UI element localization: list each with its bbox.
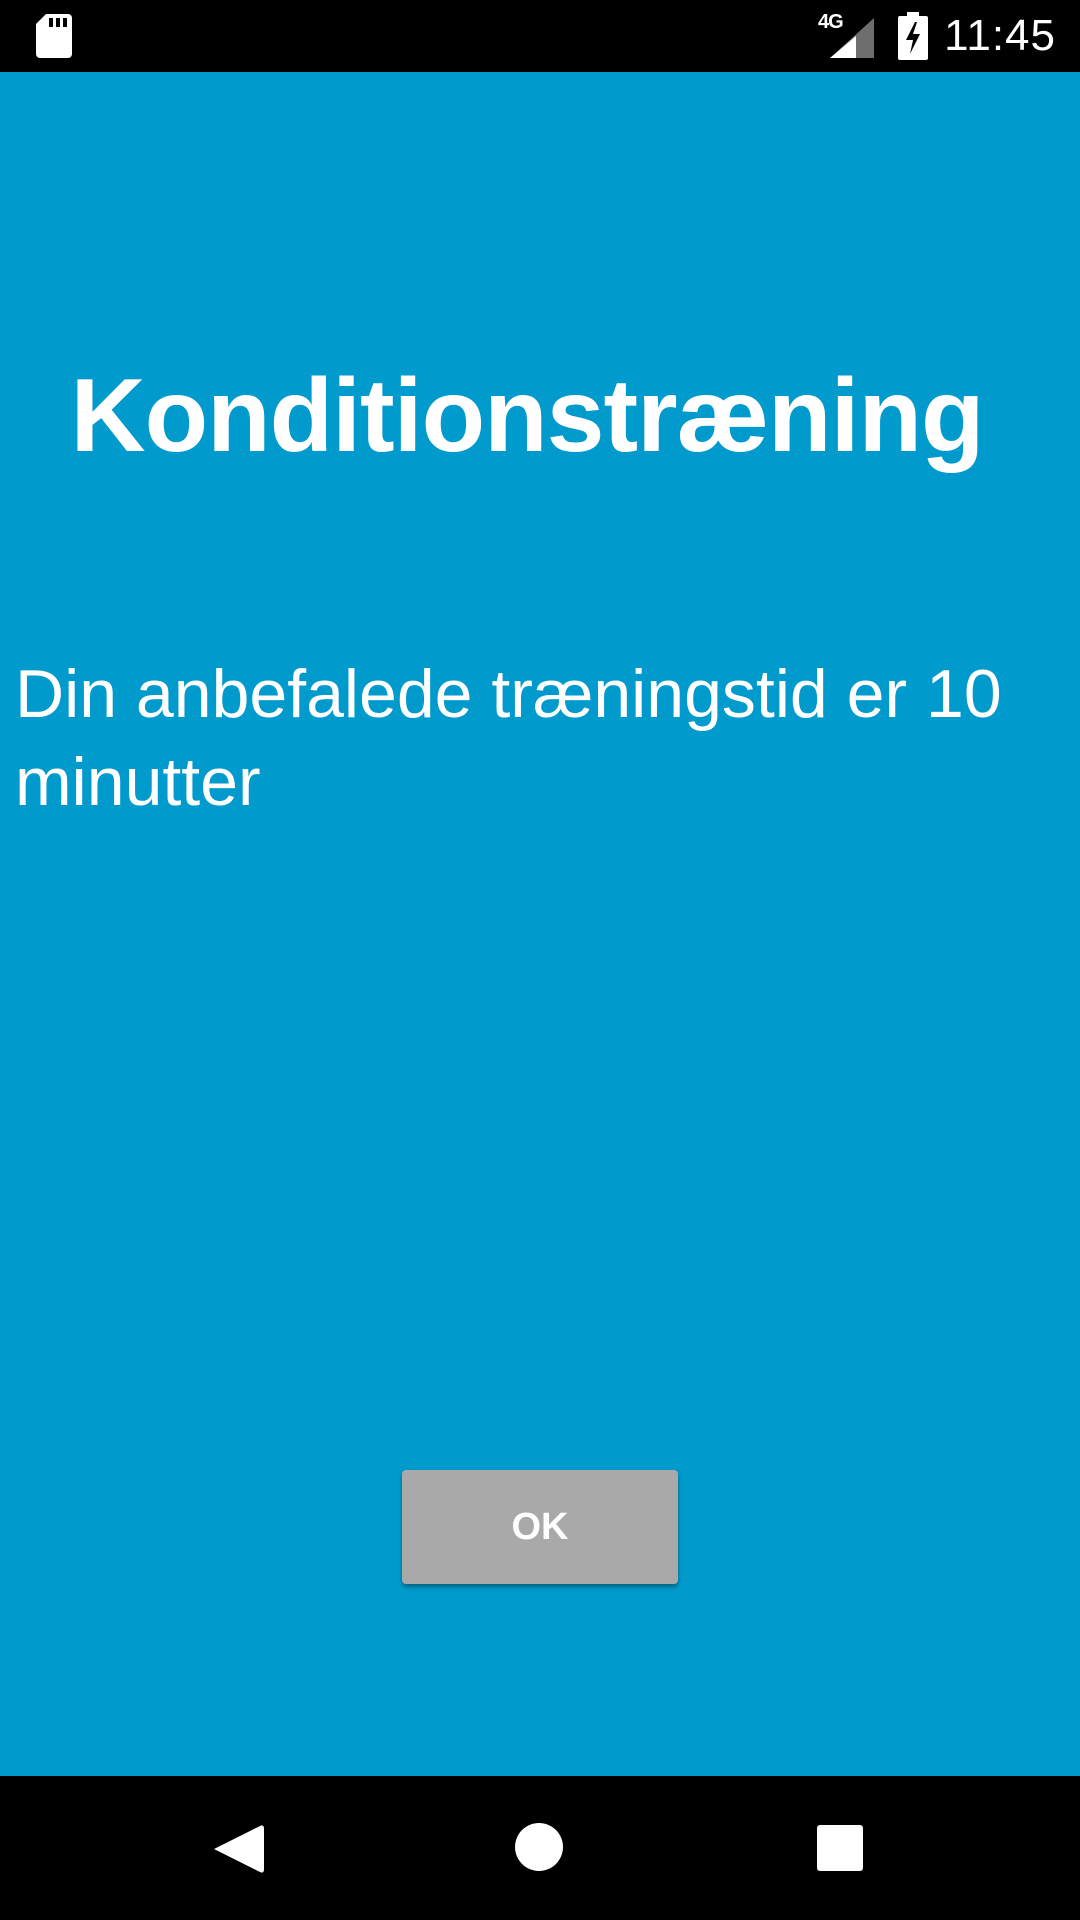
page-title: Konditionstræning bbox=[70, 358, 984, 474]
main-content: Konditionstræning Din anbefalede træning… bbox=[0, 72, 1080, 1776]
recents-icon[interactable] bbox=[817, 1825, 863, 1871]
back-icon[interactable] bbox=[212, 1824, 266, 1874]
navigation-bar bbox=[0, 1776, 1080, 1920]
home-icon[interactable] bbox=[514, 1822, 564, 1872]
cellular-status: 4G bbox=[818, 12, 874, 58]
battery-charging-icon bbox=[898, 12, 928, 60]
recommendation-message: Din anbefalede træningstid er 10 minutte… bbox=[15, 656, 1002, 820]
ok-button[interactable]: OK bbox=[402, 1470, 678, 1584]
clock: 11:45 bbox=[944, 11, 1056, 60]
sd-card-icon bbox=[36, 14, 72, 58]
status-bar: 4G 11:45 bbox=[0, 0, 1080, 72]
cellular-signal-icon bbox=[830, 18, 874, 58]
